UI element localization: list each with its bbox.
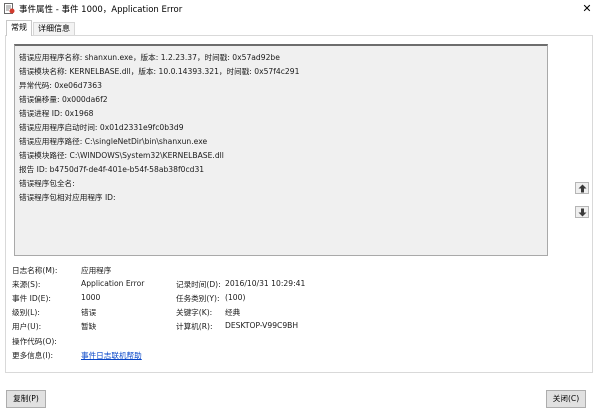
arrow-up-icon [578, 184, 587, 193]
keywords-value: 经典 [225, 308, 241, 317]
description-line: 异常代码: 0xe06d7363 [19, 81, 102, 90]
arrow-down-icon [578, 208, 587, 217]
description-line: 错误模块名称: KERNELBASE.dll，版本: 10.0.14393.32… [19, 67, 300, 76]
more-info-label: 更多信息(I): [12, 351, 54, 360]
close-window-button[interactable]: ✕ [574, 0, 600, 17]
description-line: 错误程序包相对应用程序 ID: [19, 193, 116, 202]
description-line: 错误应用程序启动时间: 0x01d2331e9fc0b3d9 [19, 123, 184, 132]
event-id-value: 1000 [81, 293, 101, 302]
event-description-box[interactable]: 错误应用程序名称: shanxun.exe，版本: 1.2.23.37，时间戳:… [14, 44, 548, 256]
close-button[interactable]: 关闭(C) [546, 390, 586, 408]
close-icon: ✕ [582, 2, 592, 15]
copy-button[interactable]: 复制(P) [6, 390, 46, 408]
general-panel: 错误应用程序名称: shanxun.exe，版本: 1.2.23.37，时间戳:… [5, 35, 593, 373]
keywords-label: 关键字(K): [176, 308, 213, 317]
description-line: 错误程序包全名: [19, 179, 75, 188]
logged-label: 记录时间(D): [176, 280, 221, 289]
user-value: 暂缺 [81, 322, 97, 331]
event-id-label: 事件 ID(E): [12, 294, 51, 303]
description-line: 错误进程 ID: 0x1968 [19, 109, 94, 118]
source-value: Application Error [81, 279, 145, 288]
event-properties-icon [4, 3, 15, 14]
computer-value: DESKTOP-V99C9BH [225, 321, 299, 330]
description-line: 错误应用程序路径: C:\singleNetDir\bin\shanxun.ex… [19, 137, 208, 146]
tab-general[interactable]: 常规 [6, 20, 32, 36]
log-name-label: 日志名称(M): [12, 266, 58, 275]
description-line: 报告 ID: b4750d7f-de4f-401e-b54f-58ab38f0c… [19, 165, 205, 174]
event-log-help-link[interactable]: 事件日志联机帮助 [81, 350, 142, 361]
opcode-label: 操作代码(O): [12, 337, 57, 346]
level-value: 错误 [81, 308, 97, 317]
source-label: 来源(S): [12, 280, 41, 289]
description-line: 错误应用程序名称: shanxun.exe，版本: 1.2.23.37，时间戳:… [19, 53, 280, 62]
tab-details[interactable]: 详细信息 [33, 22, 75, 36]
window-title: 事件属性 - 事件 1000，Application Error [19, 5, 183, 15]
description-line: 错误偏移量: 0x000da6f2 [19, 95, 108, 104]
description-line: 错误模块路径: C:\WINDOWS\System32\KERNELBASE.d… [19, 151, 224, 160]
user-label: 用户(U): [12, 322, 42, 331]
level-label: 级别(L): [12, 308, 40, 317]
log-name-value: 应用程序 [81, 266, 112, 275]
logged-value: 2016/10/31 10:29:41 [225, 279, 306, 288]
task-category-label: 任务类别(Y): [176, 294, 220, 303]
title-bar: 事件属性 - 事件 1000，Application Error ✕ [0, 0, 600, 17]
computer-label: 计算机(R): [176, 322, 213, 331]
previous-event-button[interactable] [575, 182, 589, 194]
task-category-value: (100) [225, 293, 246, 302]
next-event-button[interactable] [575, 206, 589, 218]
